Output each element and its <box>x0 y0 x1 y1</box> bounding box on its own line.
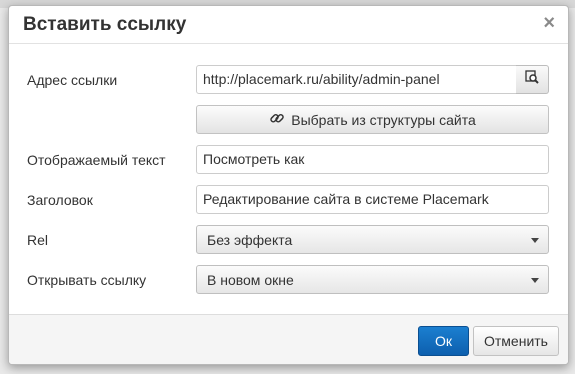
rel-select[interactable]: Без эффекта <box>196 225 549 254</box>
open-link-select-value: В новом окне <box>207 272 294 288</box>
chevron-down-icon <box>531 278 539 283</box>
url-label: Адрес ссылки <box>27 72 118 88</box>
chevron-down-icon <box>531 238 539 243</box>
browse-button[interactable] <box>516 65 549 94</box>
close-button[interactable]: × <box>543 13 555 33</box>
dialog-footer: Ок Отменить <box>9 314 568 364</box>
search-file-icon <box>524 69 540 90</box>
dialog-title: Вставить ссылку <box>23 14 187 35</box>
insert-link-dialog: Вставить ссылку × Адрес ссылки http://pl… <box>8 5 569 365</box>
rel-label: Rel <box>27 232 49 248</box>
display-text-label: Отображаемый текст <box>27 152 166 168</box>
link-title-label: Заголовок <box>27 192 93 208</box>
cancel-button[interactable]: Отменить <box>473 326 559 356</box>
rel-select-value: Без эффекта <box>207 232 293 248</box>
open-link-select[interactable]: В новом окне <box>196 265 549 294</box>
url-input[interactable]: http://placemark.ru/ability/admin-panel <box>196 65 517 94</box>
display-text-input[interactable]: Посмотреть как <box>196 145 549 174</box>
link-title-input[interactable]: Редактирование сайта в системе Placemark <box>196 185 549 214</box>
pick-button-label: Выбрать из структуры сайта <box>291 111 476 128</box>
open-link-label: Открывать ссылку <box>27 272 147 288</box>
link-icon <box>269 110 285 129</box>
pick-from-structure-button[interactable]: Выбрать из структуры сайта <box>196 105 549 134</box>
dialog-header: Вставить ссылку × <box>9 6 568 44</box>
ok-button[interactable]: Ок <box>418 326 469 356</box>
